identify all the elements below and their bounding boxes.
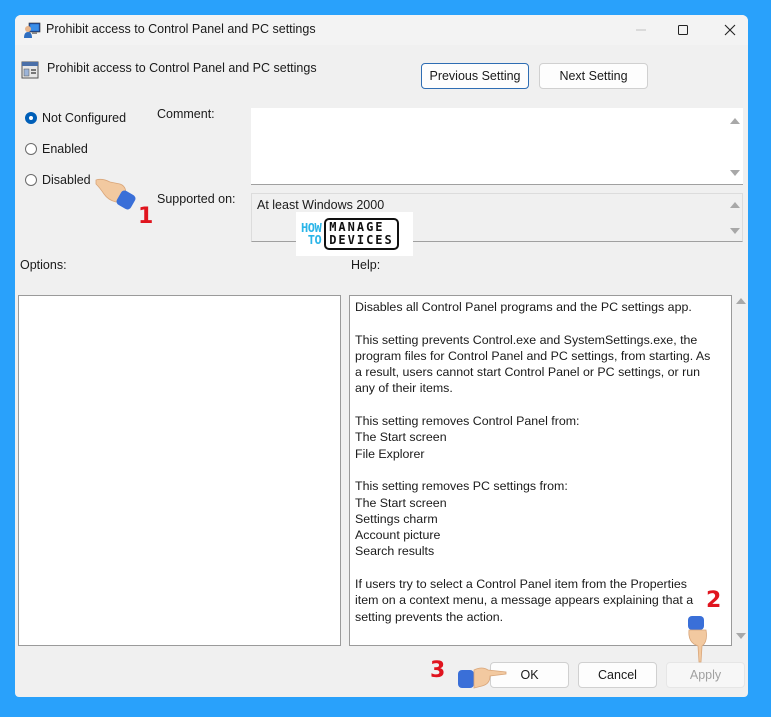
help-scroll-down-arrow-icon[interactable] [736, 633, 746, 639]
group-policy-app-icon [24, 22, 41, 38]
help-line: setting prevents the action. [355, 609, 504, 624]
options-panel [18, 295, 341, 646]
options-label: Options: [20, 258, 67, 272]
radio-not-configured[interactable]: Not Configured [25, 111, 126, 125]
scroll-up-arrow-icon[interactable] [730, 202, 740, 208]
setting-title: Prohibit access to Control Panel and PC … [47, 61, 317, 75]
comment-label: Comment: [157, 107, 215, 121]
radio-label: Enabled [42, 142, 88, 156]
help-line: This setting prevents Control.exe and Sy… [355, 332, 698, 347]
scroll-down-arrow-icon[interactable] [730, 228, 740, 234]
next-setting-button[interactable]: Next Setting [539, 63, 648, 89]
radio-label: Disabled [42, 173, 91, 187]
scroll-down-arrow-icon[interactable] [730, 170, 740, 176]
radio-indicator-checked[interactable] [25, 112, 37, 124]
apply-button[interactable]: Apply [666, 662, 745, 688]
help-panel: Disables all Control Panel programs and … [349, 295, 732, 646]
help-line: The Start screen [355, 430, 447, 445]
window-title: Prohibit access to Control Panel and PC … [46, 22, 316, 36]
logo-devices: DEVICES [329, 233, 394, 247]
help-line: program files for Control Panel and PC s… [355, 348, 711, 363]
help-line: any of their items. [355, 381, 453, 396]
logo-to: TO [307, 233, 322, 247]
help-line: Search results [355, 544, 435, 559]
close-button[interactable] [707, 15, 748, 45]
help-line: The Start screen [355, 495, 447, 510]
maximize-button[interactable] [660, 15, 706, 45]
title-bar: Prohibit access to Control Panel and PC … [15, 15, 748, 45]
help-paragraph: Disables all Control Panel programs and … [355, 299, 726, 315]
maximize-icon [678, 25, 688, 35]
policy-setting-icon [21, 61, 39, 79]
help-line: If users try to select a Control Panel i… [355, 577, 687, 592]
comment-textarea[interactable] [251, 108, 743, 185]
help-line: Account picture [355, 528, 441, 543]
help-line: a result, users cannot start Control Pan… [355, 365, 701, 380]
help-paragraph: If users try to select a Control Panel i… [355, 576, 726, 625]
supported-on-label: Supported on: [157, 192, 236, 206]
radio-label: Not Configured [42, 111, 127, 125]
logo-manage-devices: MANAGE DEVICES [324, 218, 399, 250]
pointing-hand-icon [458, 667, 507, 689]
previous-setting-button[interactable]: Previous Setting [421, 63, 529, 89]
pointing-hand-icon [688, 616, 707, 663]
help-line: This setting removes PC settings from: [355, 479, 568, 494]
supported-on-value: At least Windows 2000 [257, 198, 385, 212]
help-paragraph: This setting removes PC settings from: T… [355, 478, 726, 559]
help-line: Settings charm [355, 511, 438, 526]
help-scroll-up-arrow-icon[interactable] [736, 298, 746, 304]
cancel-button[interactable]: Cancel [578, 662, 657, 688]
radio-indicator[interactable] [25, 174, 37, 186]
step-number-1: 1 [138, 204, 154, 229]
help-paragraph: This setting prevents Control.exe and Sy… [355, 332, 726, 397]
minimize-icon [636, 29, 646, 31]
radio-indicator[interactable] [25, 143, 37, 155]
help-line: item on a context menu, a message appear… [355, 593, 694, 608]
help-label: Help: [351, 258, 381, 272]
minimize-button[interactable] [618, 15, 664, 45]
logo-how-to: HOW TO [301, 222, 322, 247]
scroll-up-arrow-icon[interactable] [730, 118, 740, 124]
howtomanagedevices-watermark-logo: HOW TO MANAGE DEVICES [296, 212, 413, 256]
policy-dialog: Prohibit access to Control Panel and PC … [15, 15, 748, 697]
help-paragraph: This setting removes Control Panel from:… [355, 413, 726, 462]
help-line: Disables all Control Panel programs and … [355, 300, 692, 314]
radio-enabled[interactable]: Enabled [25, 142, 88, 156]
step-number-3: 3 [430, 658, 446, 683]
help-line: File Explorer [355, 446, 425, 461]
help-line: This setting removes Control Panel from: [355, 414, 580, 429]
radio-disabled[interactable]: Disabled [25, 173, 91, 187]
close-icon [724, 24, 736, 36]
pointing-hand-icon [95, 178, 136, 210]
step-number-2: 2 [706, 588, 722, 613]
